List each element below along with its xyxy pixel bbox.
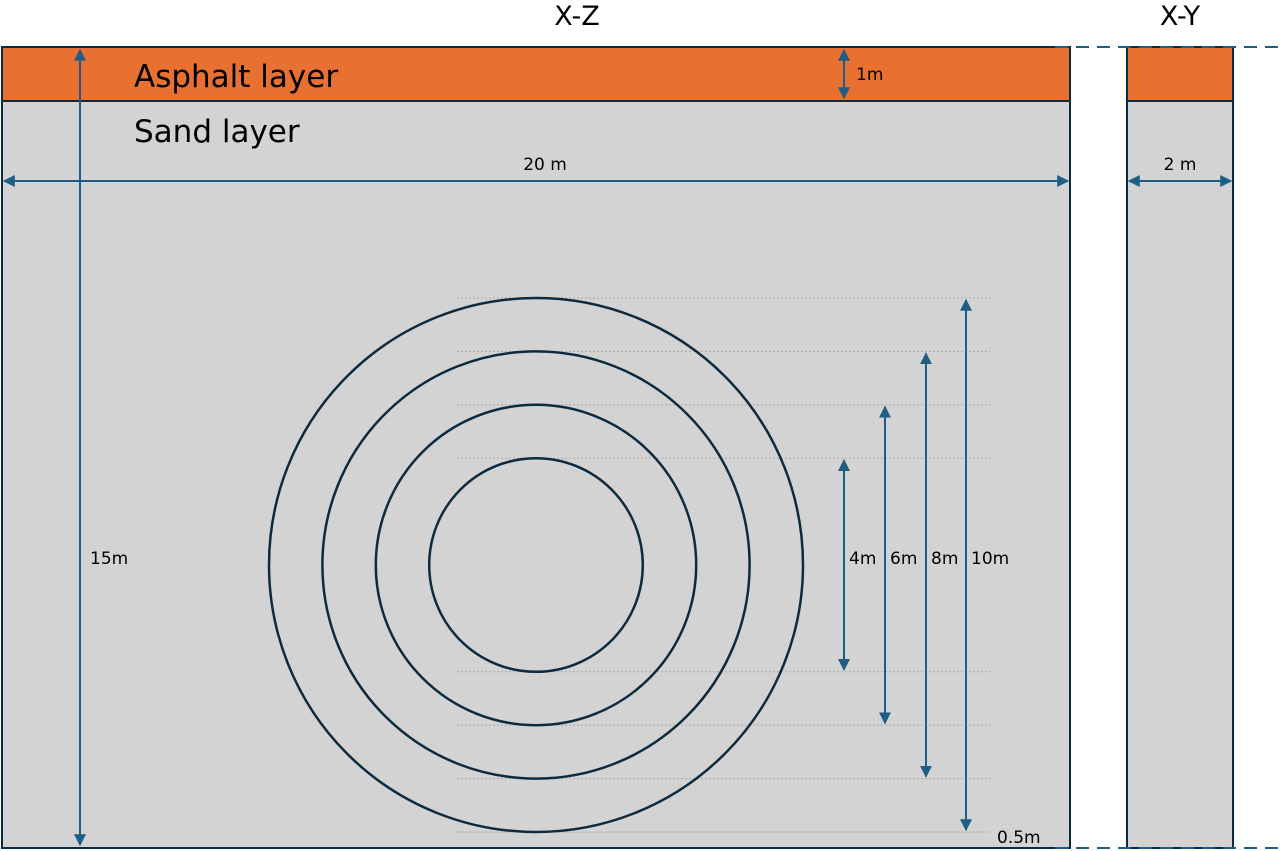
bottom-gap-label: 0.5m bbox=[997, 828, 1041, 848]
ring-4m-diameter-label: 4m bbox=[849, 549, 876, 569]
depth-label: 15m bbox=[90, 549, 128, 569]
soil-model-diagram: X-Z X-Y Asphalt layer Sand layer 1m 20 m… bbox=[1, 1, 1284, 849]
ring-8m-diameter-label: 8m bbox=[931, 549, 958, 569]
asphalt-layer-label: Asphalt layer bbox=[134, 59, 338, 95]
xz-view-title: X-Z bbox=[554, 1, 599, 32]
sand-layer-label: Sand layer bbox=[134, 114, 300, 150]
xy-view-title: X-Y bbox=[1160, 1, 1201, 32]
ring-6m-diameter-label: 6m bbox=[890, 549, 917, 569]
xy-sand-layer bbox=[1126, 100, 1234, 849]
xz-width-label: 20 m bbox=[523, 155, 567, 175]
xy-width-label: 2 m bbox=[1164, 155, 1197, 175]
ring-10m-diameter-label: 10m bbox=[971, 549, 1009, 569]
xz-sand-layer bbox=[1, 100, 1071, 849]
asphalt-thickness-label: 1m bbox=[856, 65, 883, 85]
xy-asphalt-layer bbox=[1126, 46, 1234, 102]
